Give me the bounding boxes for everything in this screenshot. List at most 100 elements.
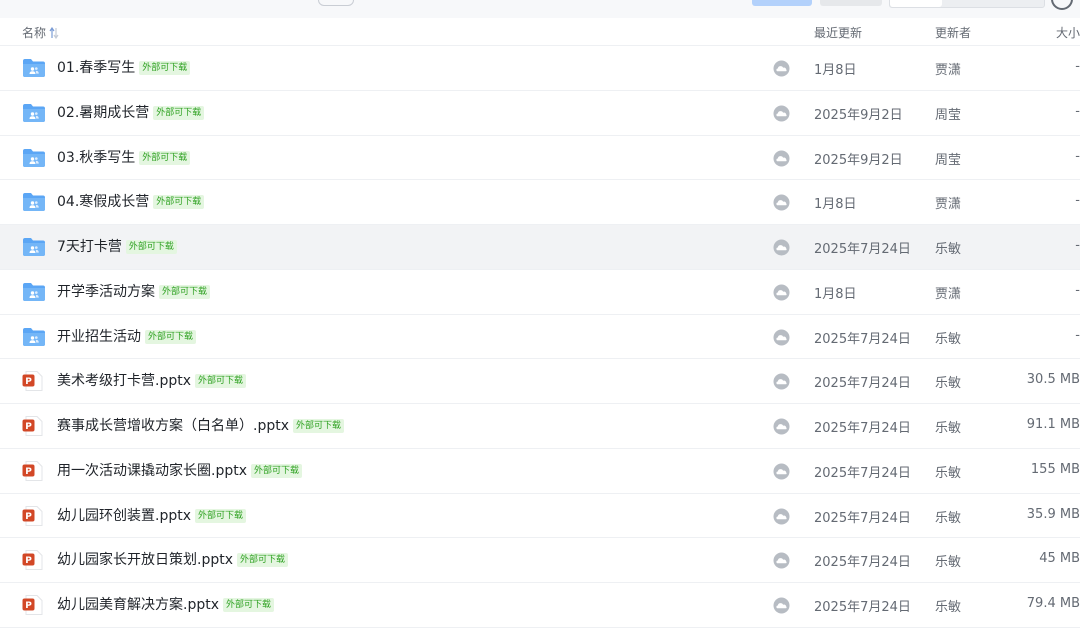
file-name[interactable]: 开业招生活动: [57, 329, 141, 345]
pptx-file-icon: P: [22, 505, 46, 526]
updater-name: 周莹: [935, 152, 962, 168]
file-size: -: [1075, 148, 1080, 164]
table-row[interactable]: P 用一次活动课撬动家长圈.pptx 外部可下载 2025年7月24日 乐敏 155 …: [0, 449, 1080, 494]
updater-name: 乐敏: [935, 331, 962, 347]
file-name-cell[interactable]: 03.秋季写生 外部可下载: [57, 148, 191, 168]
updated-date: 2025年7月24日: [814, 242, 911, 257]
cloud-icon[interactable]: [773, 373, 790, 390]
updater-name: 贾潇: [935, 286, 962, 302]
cloud-icon[interactable]: [773, 150, 790, 167]
view-toggle-active[interactable]: [890, 0, 942, 7]
file-name-cell[interactable]: 用一次活动课撬动家长圈.pptx 外部可下载: [57, 461, 303, 481]
table-row[interactable]: P 幼儿园家长开放日策划.pptx 外部可下载 2025年7月24日 乐敏 45 MB: [0, 538, 1080, 583]
sort-icon[interactable]: [49, 26, 59, 39]
pptx-file-icon: P: [22, 416, 46, 436]
updated-date: 2025年9月2日: [814, 152, 903, 168]
table-row[interactable]: 01.春季写生 外部可下载 1月8日 贾潇 -: [0, 46, 1080, 91]
file-name-cell[interactable]: 美术考级打卡营.pptx 外部可下载: [57, 371, 247, 391]
file-size: -: [1075, 103, 1080, 119]
cloud-icon[interactable]: [773, 508, 790, 525]
table-row[interactable]: 04.寒假成长营 外部可下载 1月8日 贾潇 -: [0, 180, 1080, 225]
file-name-cell[interactable]: 幼儿园美育解决方案.pptx 外部可下载: [57, 595, 275, 615]
table-row[interactable]: P 美术考级打卡营.pptx 外部可下载 2025年7月24日 乐敏 30.5 MB: [0, 359, 1080, 404]
file-name[interactable]: 04.寒假成长营: [57, 194, 149, 210]
table-row[interactable]: 02.暑期成长营 外部可下载 2025年9月2日 周莹 -: [0, 91, 1080, 136]
file-size: -: [1075, 193, 1080, 209]
table-row[interactable]: 开业招生活动 外部可下载 2025年7月24日 乐敏 -: [0, 315, 1080, 360]
file-name[interactable]: 赛事成长营增收方案（白名单）.pptx: [57, 418, 289, 434]
updated-date: 2025年7月24日: [814, 510, 911, 526]
cloud-icon[interactable]: [773, 418, 790, 435]
file-name-cell[interactable]: 赛事成长营增收方案（白名单）.pptx 外部可下载: [57, 416, 345, 436]
file-name[interactable]: 7天打卡营: [57, 239, 122, 255]
updater-name: 乐敏: [935, 421, 962, 436]
file-name[interactable]: 用一次活动课撬动家长圈.pptx: [57, 463, 247, 479]
file-name[interactable]: 幼儿园美育解决方案.pptx: [57, 597, 219, 613]
updater-name: 乐敏: [935, 555, 962, 571]
cloud-icon[interactable]: [773, 60, 790, 77]
file-name-cell[interactable]: 04.寒假成长营 外部可下载: [57, 192, 205, 212]
file-size: 45 MB: [1039, 551, 1080, 567]
file-name-cell[interactable]: 开业招生活动 外部可下载: [57, 327, 197, 347]
column-size[interactable]: 大小: [1056, 24, 1080, 41]
file-name[interactable]: 美术考级打卡营.pptx: [57, 373, 191, 389]
cloud-icon[interactable]: [773, 284, 790, 301]
external-download-tag: 外部可下载: [195, 374, 247, 389]
table-row[interactable]: P 幼儿园美育解决方案.pptx 外部可下载 2025年7月24日 乐敏 79.4 M…: [0, 583, 1080, 628]
primary-button[interactable]: [752, 0, 812, 6]
svg-text:P: P: [25, 422, 32, 432]
secondary-button[interactable]: [820, 0, 882, 6]
column-updater[interactable]: 更新者: [935, 24, 971, 41]
file-name[interactable]: 02.暑期成长营: [57, 105, 149, 121]
file-name-cell[interactable]: 01.春季写生 外部可下载: [57, 58, 191, 78]
view-toggle[interactable]: [889, 0, 1045, 8]
column-name[interactable]: 名称: [22, 24, 59, 41]
updated-date: 2025年9月2日: [814, 107, 903, 123]
cloud-icon[interactable]: [773, 194, 790, 211]
svg-text:P: P: [25, 556, 32, 566]
file-name-cell[interactable]: 7天打卡营 外部可下载: [57, 237, 177, 257]
file-size: -: [1075, 59, 1080, 74]
table-row[interactable]: 开学季活动方案 外部可下载 1月8日 贾潇 -: [0, 270, 1080, 315]
updater-name: 贾潇: [935, 197, 962, 213]
updater-name: 乐敏: [935, 465, 962, 481]
cloud-icon[interactable]: [773, 552, 790, 569]
pptx-file-icon: P: [22, 460, 46, 481]
file-name-cell[interactable]: 幼儿园家长开放日策划.pptx 外部可下载: [57, 550, 289, 570]
updated-date: 2025年7月24日: [814, 465, 911, 481]
file-name[interactable]: 01.春季写生: [57, 60, 135, 76]
cloud-icon[interactable]: [773, 463, 790, 480]
pptx-file-icon: P: [22, 550, 46, 571]
updated-date: 2025年7月24日: [814, 421, 911, 436]
svg-text:P: P: [25, 467, 32, 477]
updater-name: 周莹: [935, 107, 962, 123]
cloud-icon[interactable]: [773, 597, 790, 614]
file-name[interactable]: 幼儿园环创装置.pptx: [57, 508, 191, 524]
file-size: 155 MB: [1030, 461, 1080, 477]
cloud-icon[interactable]: [773, 105, 790, 122]
table-row[interactable]: 03.秋季写生 外部可下载 2025年9月2日 周莹 -: [0, 136, 1080, 181]
file-name[interactable]: 开学季活动方案: [57, 284, 155, 300]
file-name-cell[interactable]: 幼儿园环创装置.pptx 外部可下载: [57, 506, 247, 526]
updated-date: 1月8日: [814, 63, 857, 78]
file-name[interactable]: 幼儿园家长开放日策划.pptx: [57, 552, 233, 568]
folder-shared-icon: [22, 237, 46, 257]
column-updated[interactable]: 最近更新: [814, 24, 862, 41]
folder-shared-icon: [22, 282, 46, 302]
updater-name: 乐敏: [935, 376, 962, 392]
more-icon[interactable]: [1051, 0, 1073, 10]
table-row[interactable]: P 幼儿园环创装置.pptx 外部可下载 2025年7月24日 乐敏 35.9 MB: [0, 494, 1080, 539]
folder-shared-icon: [22, 58, 46, 78]
file-size: -: [1075, 327, 1080, 343]
cloud-icon[interactable]: [773, 329, 790, 346]
cloud-icon[interactable]: [773, 239, 790, 256]
external-download-tag: 外部可下载: [251, 463, 303, 478]
file-name[interactable]: 03.秋季写生: [57, 150, 135, 166]
file-name-cell[interactable]: 开学季活动方案 外部可下载: [57, 282, 211, 302]
table-row[interactable]: P 赛事成长营增收方案（白名单）.pptx 外部可下载 2025年7月24日 乐敏 9…: [0, 404, 1080, 449]
table-row[interactable]: 7天打卡营 外部可下载 2025年7月24日 乐敏 -: [0, 225, 1080, 270]
file-size: 79.4 MB: [1026, 596, 1080, 611]
file-name-cell[interactable]: 02.暑期成长营 外部可下载: [57, 103, 205, 123]
folder-shared-icon: [22, 148, 46, 168]
external-download-tag: 外部可下载: [139, 150, 191, 165]
